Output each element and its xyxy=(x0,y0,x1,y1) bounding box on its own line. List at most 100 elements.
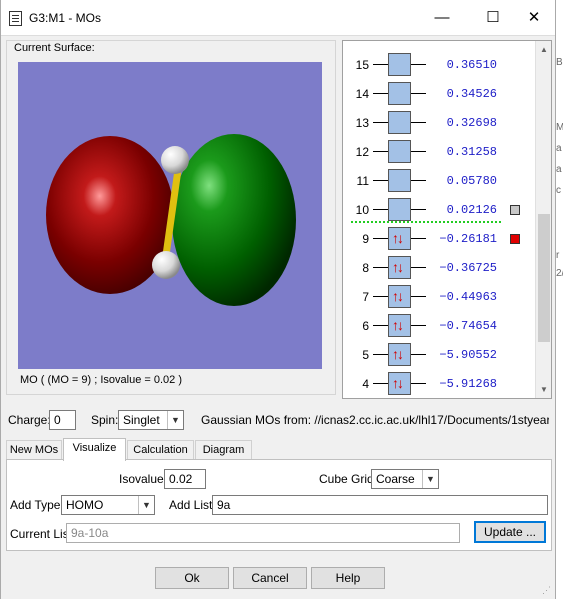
chevron-down-icon: ▼ xyxy=(167,411,183,429)
cube-grid-value: Coarse xyxy=(376,472,415,486)
mo-row[interactable]: 5 ↑↓ −5.90552 xyxy=(343,340,537,369)
selected-surface-marker[interactable] xyxy=(510,234,520,244)
add-type-select[interactable]: HOMO ▼ xyxy=(61,495,155,515)
positive-lobe xyxy=(172,134,296,306)
mo-row[interactable]: 4 ↑↓ −5.91268 xyxy=(343,369,537,398)
mo-level-line xyxy=(373,296,388,297)
mo-isosurface xyxy=(46,134,296,306)
cube-grid-select[interactable]: Coarse ▼ xyxy=(371,469,439,489)
resize-grip-icon[interactable]: ⋰ xyxy=(542,585,551,596)
help-button[interactable]: Help xyxy=(311,567,385,589)
spin-pair-icon: ↑↓ xyxy=(392,259,404,275)
mo-row[interactable]: 12 0.31258 xyxy=(343,137,537,166)
mo-energy: −0.26181 xyxy=(439,232,497,246)
mo-number: 10 xyxy=(355,203,369,217)
ok-button[interactable]: Ok xyxy=(155,567,229,589)
mo-level-line xyxy=(411,180,426,181)
spin-pair-icon: ↑↓ xyxy=(392,346,404,362)
mo-level-line xyxy=(411,354,426,355)
virtual-orbital-box[interactable] xyxy=(388,53,411,76)
mo-energy-list[interactable]: 15 0.36510 14 0.34526 13 0.32698 12 0.31258 11 0.… xyxy=(342,40,552,399)
isovalue-input[interactable]: 0.02 xyxy=(164,469,206,489)
mo-row[interactable]: 11 0.05780 xyxy=(343,166,537,195)
current-list-input: 9a-10a xyxy=(66,523,460,543)
cancel-button[interactable]: Cancel xyxy=(233,567,307,589)
mo-level-line xyxy=(373,267,388,268)
mo-row[interactable]: 8 ↑↓ −0.36725 xyxy=(343,253,537,282)
tab-visualize[interactable]: Visualize xyxy=(63,438,126,461)
mo-level-line xyxy=(373,209,388,210)
occupied-orbital-box[interactable]: ↑↓ xyxy=(388,227,411,250)
virtual-orbital-box[interactable] xyxy=(388,169,411,192)
mo-energy: −0.36725 xyxy=(439,261,497,275)
virtual-orbital-box[interactable] xyxy=(388,111,411,134)
tab-new-mos[interactable]: New MOs xyxy=(6,440,62,460)
mo-row[interactable]: 10 0.02126 xyxy=(343,195,537,224)
atom-bottom xyxy=(152,251,180,279)
mo-energy: −0.44963 xyxy=(439,290,497,304)
scroll-up-arrow-icon[interactable]: ▲ xyxy=(536,41,551,58)
mo-row[interactable]: 13 0.32698 xyxy=(343,108,537,137)
molecule-viewport[interactable] xyxy=(18,62,322,369)
mo-list-scrollbar[interactable]: ▲ ▼ xyxy=(535,41,551,398)
mo-level-line xyxy=(411,238,426,239)
mo-energy: −0.74654 xyxy=(439,319,497,333)
mo-level-line xyxy=(373,180,388,181)
scroll-down-arrow-icon[interactable]: ▼ xyxy=(536,381,551,398)
virtual-orbital-box[interactable] xyxy=(388,82,411,105)
mo-energy: 0.31258 xyxy=(446,145,497,159)
mo-row[interactable]: 6 ↑↓ −0.74654 xyxy=(343,311,537,340)
mo-row[interactable]: 9 ↑↓ −0.26181 xyxy=(343,224,537,253)
virtual-orbital-box[interactable] xyxy=(388,198,411,221)
mo-number: 13 xyxy=(355,116,369,130)
charge-input[interactable]: 0 xyxy=(49,410,76,430)
minimize-button[interactable]: — xyxy=(419,0,465,36)
behind-text: B xyxy=(556,57,563,68)
behind-text: 2/ xyxy=(556,268,563,279)
chevron-down-icon: ▼ xyxy=(422,470,438,488)
behind-text: c xyxy=(556,185,561,196)
mo-level-line xyxy=(411,209,426,210)
mo-row[interactable]: 14 0.34526 xyxy=(343,79,537,108)
current-surface-label: Current Surface: xyxy=(12,42,97,54)
mo-level-line xyxy=(373,64,388,65)
spin-pair-icon: ↑↓ xyxy=(392,317,404,333)
virtual-orbital-box[interactable] xyxy=(388,140,411,163)
mo-energy: 0.32698 xyxy=(446,116,497,130)
add-type-value: HOMO xyxy=(66,498,104,512)
tab-diagram[interactable]: Diagram xyxy=(195,440,252,460)
behind-text: r xyxy=(556,250,560,261)
mo-level-line xyxy=(411,122,426,123)
mo-energy: 0.02126 xyxy=(446,203,497,217)
mo-energy: 0.34526 xyxy=(446,87,497,101)
occupied-orbital-box[interactable]: ↑↓ xyxy=(388,343,411,366)
mo-number: 9 xyxy=(362,232,369,246)
mo-level-line xyxy=(411,383,426,384)
add-list-input[interactable]: 9a xyxy=(212,495,548,515)
mos-dialog: G3:M1 - MOs — ☐ ✕ Current Surface: MO (… xyxy=(0,0,556,599)
occupied-orbital-box[interactable]: ↑↓ xyxy=(388,314,411,337)
maximize-button[interactable]: ☐ xyxy=(470,0,516,36)
mo-level-line xyxy=(373,325,388,326)
occupied-orbital-box[interactable]: ↑↓ xyxy=(388,285,411,308)
mo-row[interactable]: 15 0.36510 xyxy=(343,50,537,79)
mo-number: 14 xyxy=(355,87,369,101)
mo-energy: 0.36510 xyxy=(446,58,497,72)
atom-top xyxy=(161,146,189,174)
mo-row[interactable]: 7 ↑↓ −0.44963 xyxy=(343,282,537,311)
mo-number: 5 xyxy=(362,348,369,362)
mo-level-line xyxy=(411,93,426,94)
title-bar[interactable]: G3:M1 - MOs — ☐ ✕ xyxy=(1,0,555,36)
mo-number: 6 xyxy=(362,319,369,333)
update-button[interactable]: Update ... xyxy=(474,521,546,543)
scroll-thumb[interactable] xyxy=(538,214,550,342)
occupied-orbital-box[interactable]: ↑↓ xyxy=(388,372,411,395)
tab-calculation[interactable]: Calculation xyxy=(127,440,194,460)
spin-select[interactable]: Singlet ▼ xyxy=(118,410,184,430)
document-icon xyxy=(9,11,22,26)
occupied-orbital-box[interactable]: ↑↓ xyxy=(388,256,411,279)
mo-level-line xyxy=(411,151,426,152)
mo-number: 15 xyxy=(355,58,369,72)
surface-marker[interactable] xyxy=(510,205,520,215)
close-button[interactable]: ✕ xyxy=(511,0,557,36)
